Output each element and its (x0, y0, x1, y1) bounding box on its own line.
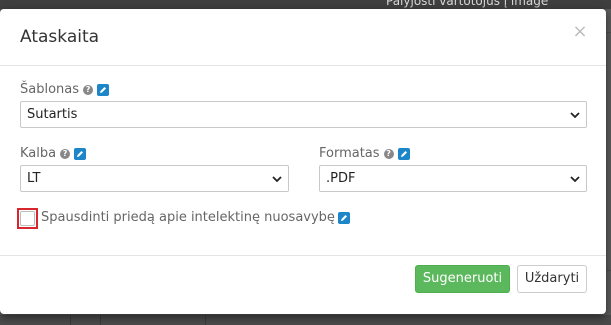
format-select-value: .PDF (326, 171, 356, 186)
format-select[interactable]: .PDF (319, 165, 587, 192)
attachment-checkbox[interactable] (17, 208, 38, 229)
checkbox-box (20, 211, 35, 226)
help-icon[interactable]: ? (383, 148, 394, 159)
language-label-row: Kalba ? (20, 146, 87, 161)
language-select-value: LT (27, 171, 41, 186)
format-label-row: Formatas ? (319, 146, 410, 161)
close-icon[interactable]: × (572, 23, 588, 41)
background-header: Palyjosti vartotojus į image (0, 0, 611, 9)
background-user-text: Palyjosti vartotojus į image (386, 0, 549, 8)
edit-icon[interactable] (97, 83, 110, 96)
close-button[interactable]: Uždaryti (517, 265, 587, 293)
template-label-row: Šablonas ? (20, 82, 110, 97)
chevron-down-icon (570, 176, 580, 183)
template-select-value: Sutartis (27, 107, 78, 122)
chevron-down-icon (272, 176, 282, 183)
help-icon[interactable]: ? (60, 148, 71, 159)
dialog-footer (0, 255, 606, 315)
template-select[interactable]: Sutartis (20, 101, 587, 128)
background-cell (70, 315, 71, 325)
attachment-checkbox-label[interactable]: Spausdinti priedą apie intelektinę nuosa… (41, 210, 335, 225)
chevron-down-icon (570, 112, 580, 119)
edit-icon[interactable] (397, 147, 410, 160)
dialog-title: Ataskaita (20, 27, 100, 47)
help-icon[interactable]: ? (83, 84, 94, 95)
edit-icon[interactable] (74, 147, 87, 160)
template-label: Šablonas (20, 82, 80, 97)
dialog-header: Ataskaita × (0, 9, 606, 66)
background-cell (100, 315, 101, 325)
generate-button[interactable]: Sugeneruoti (415, 265, 510, 293)
language-select[interactable]: LT (20, 165, 289, 192)
edit-icon[interactable] (337, 211, 350, 224)
background-table-strip (0, 315, 611, 325)
language-label: Kalba (20, 146, 57, 161)
background-cell (205, 315, 206, 325)
attachment-checkbox-label-row: Spausdinti priedą apie intelektinę nuosa… (41, 210, 350, 225)
report-dialog: Ataskaita × Šablonas ? Sutartis Kalba ? … (0, 9, 606, 314)
format-label: Formatas (319, 146, 380, 161)
